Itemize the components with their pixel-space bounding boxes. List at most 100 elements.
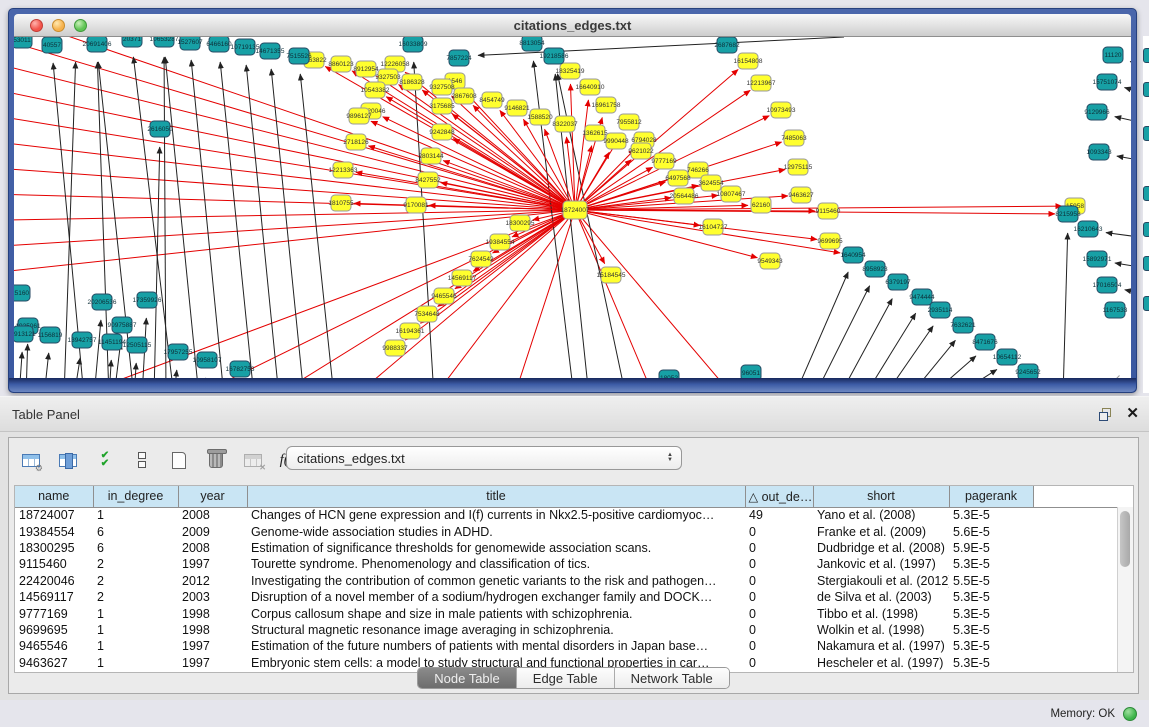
network-node[interactable]: 6466160: [206, 37, 232, 52]
network-edge[interactable]: [1115, 263, 1131, 267]
network-edge[interactable]: [1130, 61, 1131, 65]
table-scrollbar[interactable]: [1117, 507, 1133, 672]
network-node[interactable]: 2718126: [343, 134, 369, 150]
column-header-year[interactable]: year: [178, 486, 247, 507]
network-node[interactable]: 1527607: [177, 37, 203, 50]
network-node[interactable]: 3175685: [429, 98, 455, 114]
network-node[interactable]: 9242848: [429, 124, 455, 140]
network-node[interactable]: 20206536: [88, 294, 117, 310]
network-node[interactable]: 16210643: [1074, 221, 1103, 237]
network-node[interactable]: 2935114: [928, 302, 953, 318]
network-node[interactable]: 7632621: [950, 317, 976, 333]
table-row[interactable]: 1830029562008Estimation of significance …: [15, 540, 1119, 556]
network-edge[interactable]: [371, 121, 575, 210]
network-node[interactable]: 9170081: [403, 197, 429, 213]
network-node[interactable]: 9465546: [431, 288, 457, 304]
network-node[interactable]: 10958107: [193, 352, 222, 368]
network-node[interactable]: 17359926: [133, 292, 162, 308]
network-node[interactable]: 7485063: [781, 130, 807, 146]
network-node[interactable]: 18724007: [561, 201, 590, 219]
zoom-button[interactable]: [74, 19, 87, 32]
tab-network-table[interactable]: Network Table: [614, 668, 729, 688]
close-button[interactable]: [30, 19, 43, 32]
network-node[interactable]: 25160: [14, 285, 30, 301]
network-node[interactable]: 10807467: [717, 186, 746, 202]
network-node[interactable]: 16033809: [399, 37, 428, 52]
network-node[interactable]: 15892971: [1083, 251, 1112, 267]
network-node[interactable]: 1810755: [328, 195, 354, 211]
network-edge[interactable]: [839, 299, 892, 385]
network-edge[interactable]: [246, 65, 279, 385]
network-node[interactable]: 1588520: [527, 109, 553, 125]
table-scrollbar-thumb[interactable]: [1120, 511, 1130, 567]
network-node[interactable]: 12213967: [747, 75, 776, 91]
network-node[interactable]: 10653287: [150, 37, 179, 47]
network-canvas[interactable]: 1872400774638228860123891295412226058932…: [14, 37, 1131, 385]
network-edge[interactable]: [133, 57, 174, 385]
network-edge[interactable]: [94, 320, 101, 385]
network-node[interactable]: 20371: [122, 37, 142, 47]
network-edge[interactable]: [575, 210, 649, 385]
network-edge[interactable]: [1106, 233, 1131, 237]
network-node[interactable]: 7857224: [446, 50, 472, 66]
table-selector-dropdown[interactable]: citations_edges.txt ▲▼: [286, 446, 682, 470]
column-header-in_degree[interactable]: in_degree: [93, 486, 178, 507]
network-node[interactable]: 9896127: [346, 108, 372, 124]
network-edge[interactable]: [864, 313, 916, 385]
column-header-pagerank[interactable]: pagerank: [949, 486, 1033, 507]
network-node[interactable]: 13942757: [68, 332, 97, 348]
network-node[interactable]: 8958923: [862, 261, 888, 277]
window-resize-edge[interactable]: [9, 378, 1136, 392]
network-edge[interactable]: [420, 210, 575, 323]
network-edge[interactable]: [1125, 290, 1131, 293]
network-node[interactable]: 2687682: [714, 37, 740, 53]
network-node[interactable]: 8427552: [415, 172, 441, 188]
network-node[interactable]: 19218586: [540, 48, 569, 64]
network-node[interactable]: 9990448: [603, 133, 629, 149]
table-row[interactable]: 911546021997Tourette syndrome. Phenomeno…: [15, 556, 1119, 572]
network-node[interactable]: 8454749: [479, 92, 505, 108]
network-node[interactable]: 16194361: [396, 323, 425, 339]
network-edge[interactable]: [165, 57, 199, 385]
network-node[interactable]: 17957255: [164, 344, 193, 360]
float-panel-icon[interactable]: [1099, 408, 1112, 421]
network-edge[interactable]: [300, 74, 334, 385]
column-header-name[interactable]: name: [15, 486, 93, 507]
network-edge[interactable]: [814, 286, 870, 385]
tab-edge-table[interactable]: Edge Table: [516, 668, 614, 688]
network-node[interactable]: 8471676: [972, 334, 998, 350]
network-node[interactable]: 8215958: [1055, 206, 1081, 222]
network-node[interactable]: 15184545: [597, 267, 626, 283]
network-node[interactable]: 7955812: [616, 114, 642, 130]
network-edge[interactable]: [363, 210, 575, 385]
column-header-out_de[interactable]: △ out_de…: [745, 486, 813, 507]
network-edge[interactable]: [1063, 233, 1068, 385]
network-edge[interactable]: [518, 210, 575, 385]
import-table-icon[interactable]: ✕: [239, 446, 267, 474]
network-edge[interactable]: [1117, 156, 1131, 160]
network-node[interactable]: 12505115: [123, 337, 152, 353]
network-node[interactable]: 9777169: [651, 153, 677, 169]
network-node[interactable]: 16961758: [592, 97, 621, 113]
network-node[interactable]: 8186328: [399, 74, 425, 90]
network-node[interactable]: 16154808: [734, 53, 763, 69]
network-node[interactable]: 1640954: [840, 247, 866, 263]
network-edge[interactable]: [1124, 88, 1131, 92]
network-node[interactable]: 40557: [42, 37, 62, 53]
table-settings-icon[interactable]: ⚙: [17, 446, 45, 474]
network-node[interactable]: 62160: [751, 197, 771, 213]
table-row[interactable]: 2242004622012Investigating the contribut…: [15, 573, 1119, 589]
delete-table-icon[interactable]: [202, 446, 230, 474]
network-node[interactable]: 6379197: [885, 274, 911, 290]
network-node[interactable]: 11120: [1103, 47, 1123, 63]
network-edge[interactable]: [575, 210, 726, 385]
minimize-button[interactable]: [52, 19, 65, 32]
network-node[interactable]: 2803144: [418, 148, 444, 164]
network-node[interactable]: 8813054: [519, 37, 545, 51]
network-node[interactable]: 1167533: [1103, 302, 1128, 318]
row-options-icon[interactable]: [128, 446, 156, 474]
column-header-short[interactable]: short: [813, 486, 949, 507]
network-edge[interactable]: [191, 60, 224, 385]
network-node[interactable]: 14569117: [448, 270, 477, 286]
network-node[interactable]: 12975115: [784, 159, 813, 175]
